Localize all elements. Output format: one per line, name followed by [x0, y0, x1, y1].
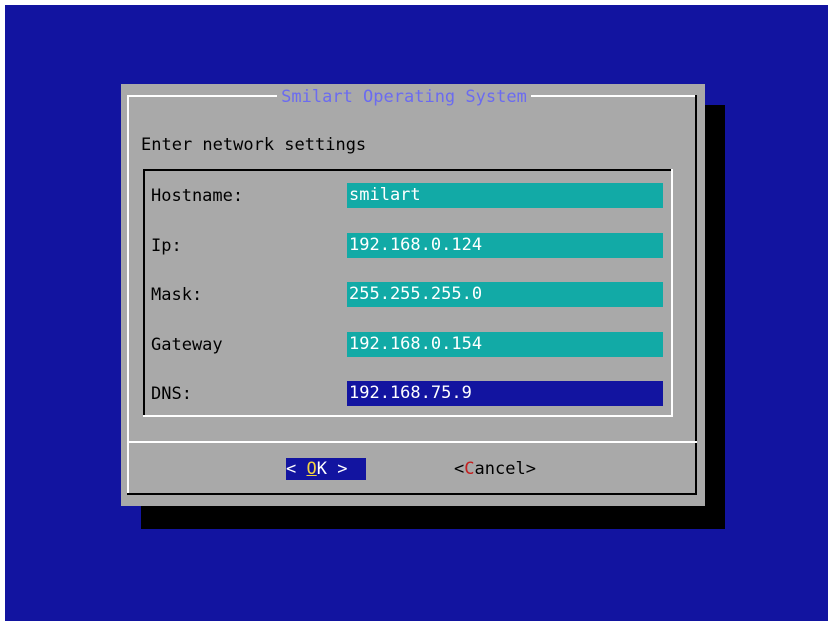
ip-row: Ip: 192.168.0.124 [143, 233, 673, 259]
cancel-button-prefix: < [454, 459, 465, 479]
frame-right-line [695, 95, 697, 495]
ip-input[interactable]: 192.168.0.124 [347, 233, 663, 258]
ok-button-prefix: < [286, 459, 307, 479]
mask-input[interactable]: 255.255.255.0 [347, 282, 663, 307]
hostname-input[interactable]: smilart [347, 183, 663, 208]
form-border-top [143, 169, 673, 171]
ip-label: Ip: [151, 236, 182, 256]
ok-button-hotkey: O [306, 459, 317, 479]
hostname-row: Hostname: smilart [143, 183, 673, 209]
dns-row: DNS: 192.168.75.9 [143, 381, 673, 407]
cancel-button[interactable]: <Cancel> [454, 458, 544, 480]
frame-left-line [127, 95, 129, 495]
network-form: Hostname: smilart Ip: 192.168.0.124 Mask… [143, 169, 673, 417]
gateway-row: Gateway 192.168.0.154 [143, 332, 673, 358]
dialog-heading: Enter network settings [141, 135, 367, 155]
ok-button-rest: K [316, 459, 327, 479]
gateway-label: Gateway [151, 335, 223, 355]
ok-button-suffix: > [326, 459, 348, 479]
form-border-bottom [143, 415, 673, 417]
console-screen: Smilart Operating System Enter network s… [5, 5, 828, 621]
network-settings-dialog: Smilart Operating System Enter network s… [121, 84, 705, 506]
cancel-button-rest: ancel [474, 459, 526, 479]
mask-row: Mask: 255.255.255.0 [143, 282, 673, 308]
dns-input[interactable]: 192.168.75.9 [347, 381, 663, 406]
hostname-label: Hostname: [151, 186, 244, 206]
cancel-button-hotkey: C [464, 459, 475, 479]
mask-label: Mask: [151, 285, 203, 305]
frame-top-right-line [531, 95, 696, 97]
frame-bottom-line [127, 493, 697, 495]
button-separator [127, 441, 697, 443]
frame-top-left-line [127, 95, 277, 97]
dns-label: DNS: [151, 384, 192, 404]
ok-button[interactable]: < OK > [286, 458, 366, 480]
cancel-button-suffix: > [525, 459, 536, 479]
dialog-title: Smilart Operating System [281, 87, 527, 107]
gateway-input[interactable]: 192.168.0.154 [347, 332, 663, 357]
